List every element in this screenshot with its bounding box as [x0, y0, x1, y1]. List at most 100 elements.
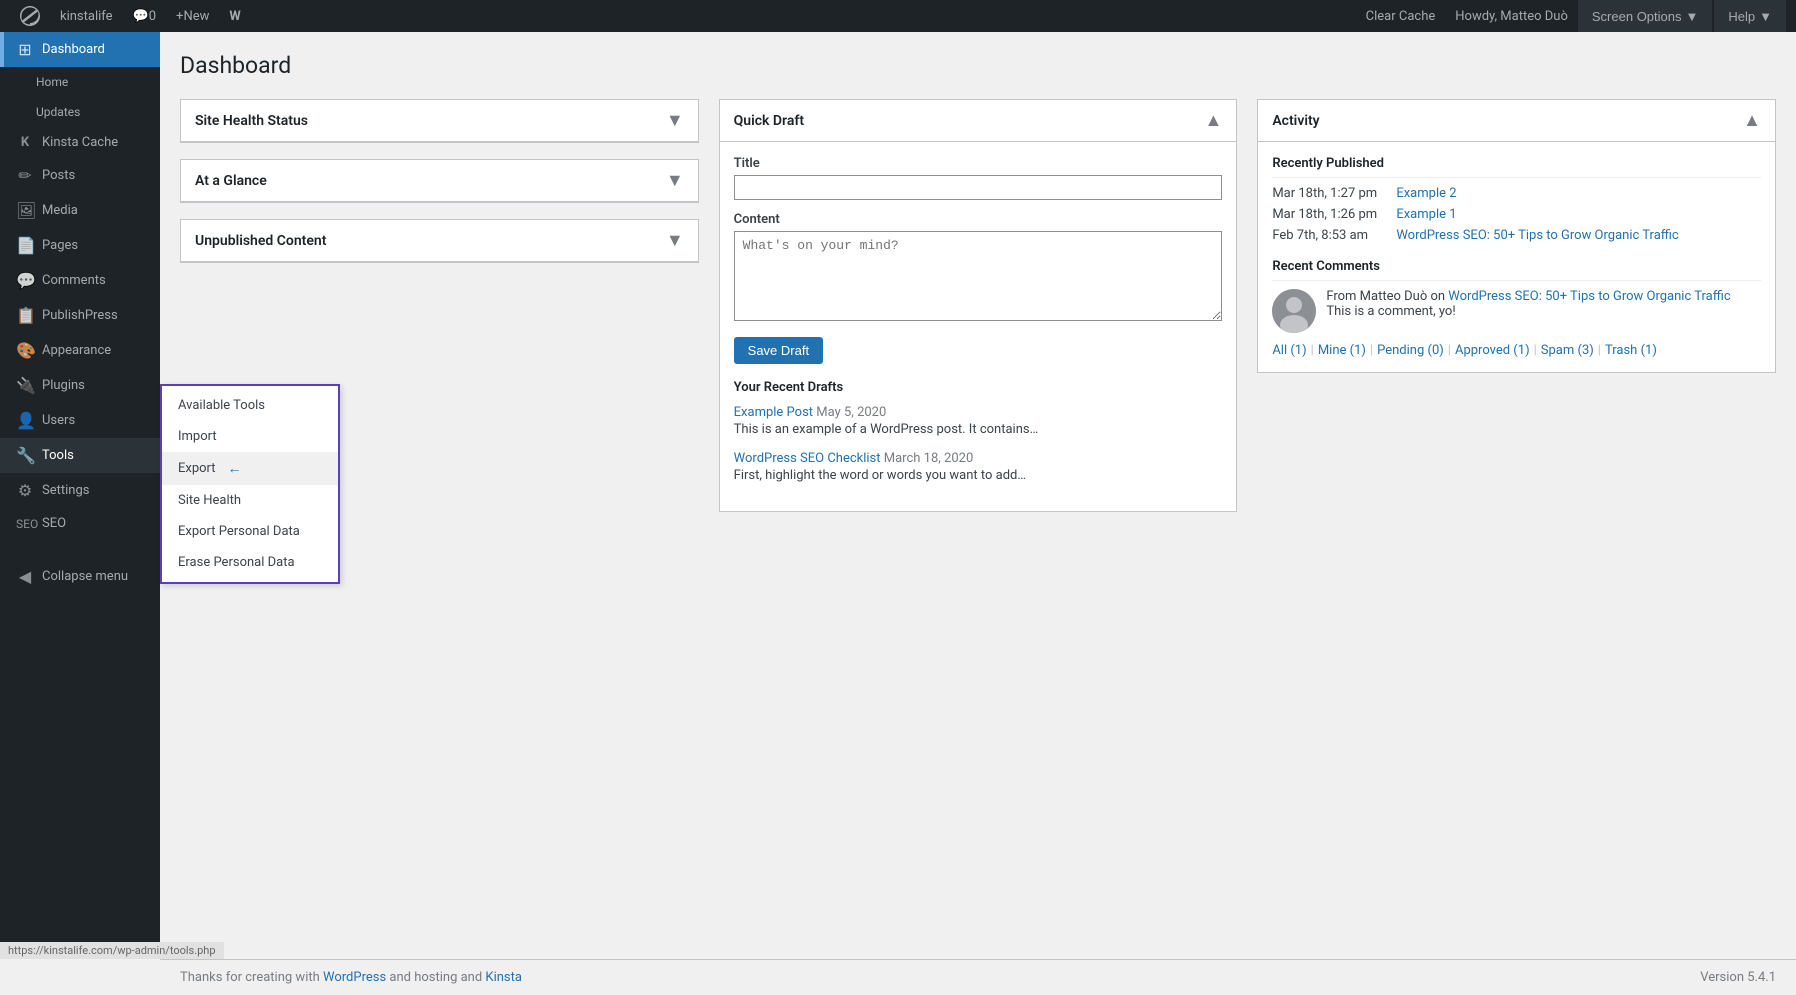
page-title: Dashboard — [180, 52, 1776, 79]
quick-draft-toggle-icon: ▲ — [1205, 110, 1223, 131]
sep-4: | — [1534, 343, 1537, 358]
sidebar-item-updates[interactable]: Updates — [0, 97, 160, 127]
draft-1-date: May 5, 2020 — [816, 405, 886, 420]
activity-header[interactable]: Activity ▲ — [1258, 100, 1775, 142]
submenu-item-export-personal-data[interactable]: Export Personal Data — [162, 516, 338, 547]
footer-kinsta-link[interactable]: Kinsta — [485, 970, 522, 985]
draft-1-excerpt: This is an example of a WordPress post. … — [734, 422, 1223, 437]
howdy-text: Howdy, Matteo Duò — [1455, 9, 1568, 24]
wp-logo-icon — [20, 6, 40, 26]
site-health-toggle-icon: ▼ — [666, 110, 684, 131]
comments-all-link[interactable]: All (1) — [1272, 343, 1306, 358]
site-health-status-panel: Site Health Status ▼ — [180, 99, 699, 143]
sidebar-label-dashboard: Dashboard — [42, 42, 105, 57]
status-bar: https://kinstalife.com/wp-admin/tools.ph… — [0, 942, 224, 959]
at-a-glance-header[interactable]: At a Glance ▼ — [181, 160, 698, 202]
avatar-image — [1272, 289, 1316, 333]
appearance-icon: 🎨 — [16, 341, 34, 360]
help-button[interactable]: Help ▼ — [1714, 0, 1786, 32]
sidebar-item-settings[interactable]: ⚙ Settings — [0, 473, 160, 508]
sidebar-label-appearance: Appearance — [42, 343, 111, 358]
sidebar-item-comments[interactable]: 💬 Comments — [0, 263, 160, 298]
footer-thanks-text: Thanks for creating with — [180, 970, 323, 985]
comment-avatar — [1272, 289, 1316, 333]
comment-post-link[interactable]: WordPress SEO: 50+ Tips to Grow Organic … — [1448, 289, 1730, 304]
unpublished-content-header[interactable]: Unpublished Content ▼ — [181, 220, 698, 262]
draft-1-link[interactable]: Example Post — [734, 405, 813, 420]
seo-icon: SEO — [16, 517, 34, 531]
sidebar-item-tools[interactable]: 🔧 Tools — [0, 438, 160, 473]
submenu-label-erase-personal-data: Erase Personal Data — [178, 555, 295, 570]
quick-draft-header[interactable]: Quick Draft ▲ — [720, 100, 1237, 142]
admin-sidebar: ⊞ Dashboard Home Updates K Kinsta Cache … — [0, 32, 160, 959]
submenu-item-site-health[interactable]: Site Health — [162, 485, 338, 516]
sidebar-item-pages[interactable]: 📄 Pages — [0, 228, 160, 263]
sidebar-label-collapse: Collapse menu — [42, 569, 128, 584]
sep-5: | — [1598, 343, 1601, 358]
title-input[interactable] — [734, 175, 1223, 200]
pub-2-link[interactable]: Example 1 — [1396, 207, 1761, 222]
submenu-label-available-tools: Available Tools — [178, 398, 265, 413]
sidebar-item-plugins[interactable]: 🔌 Plugins — [0, 368, 160, 403]
howdy-item[interactable]: Howdy, Matteo Duò — [1445, 0, 1578, 32]
sidebar-label-seo: SEO — [42, 516, 66, 531]
sidebar-item-dashboard[interactable]: ⊞ Dashboard — [0, 32, 160, 67]
sidebar-item-kinsta-cache[interactable]: K Kinsta Cache — [0, 127, 160, 158]
wp-icon-item[interactable]: W — [219, 0, 250, 32]
recent-drafts-title: Your Recent Drafts — [734, 380, 1223, 395]
sidebar-label-publishpress: PublishPress — [42, 308, 118, 323]
draft-2-date: March 18, 2020 — [884, 451, 974, 466]
help-arrow-icon: ▼ — [1759, 9, 1772, 24]
pub-1-link[interactable]: Example 2 — [1396, 186, 1761, 201]
draft-2-link[interactable]: WordPress SEO Checklist — [734, 451, 881, 466]
comments-mine-link[interactable]: Mine (1) — [1318, 343, 1366, 358]
clear-cache-button[interactable]: Clear Cache — [1356, 0, 1446, 32]
content-textarea[interactable] — [734, 231, 1223, 321]
recent-drafts-section: Your Recent Drafts Example Post May 5, 2… — [734, 380, 1223, 483]
sidebar-item-users[interactable]: 👤 Users — [0, 403, 160, 438]
content-label: Content — [734, 212, 1223, 227]
new-content-item[interactable]: + New — [166, 0, 219, 32]
sidebar-item-appearance[interactable]: 🎨 Appearance — [0, 333, 160, 368]
settings-icon: ⚙ — [16, 481, 34, 500]
unpublished-content-panel: Unpublished Content ▼ — [180, 219, 699, 263]
comments-icon: 💬 — [16, 271, 34, 290]
wp-logo-item[interactable] — [10, 0, 50, 32]
comments-pending-link[interactable]: Pending (0) — [1377, 343, 1444, 358]
sidebar-item-publishpress[interactable]: 📋 PublishPress — [0, 298, 160, 333]
wp-w-icon: W — [229, 9, 240, 24]
pub-3-link[interactable]: WordPress SEO: 50+ Tips to Grow Organic … — [1396, 228, 1761, 243]
footer-wordpress-link[interactable]: WordPress — [323, 970, 386, 985]
comments-item[interactable]: 💬 0 — [123, 0, 167, 32]
at-a-glance-toggle-icon: ▼ — [666, 170, 684, 191]
sidebar-item-collapse[interactable]: ◀ Collapse menu — [0, 559, 160, 594]
submenu-item-import[interactable]: Import — [162, 421, 338, 452]
activity-title: Activity — [1272, 113, 1319, 129]
comments-spam-link[interactable]: Spam (3) — [1541, 343, 1594, 358]
dashboard-icon: ⊞ — [16, 40, 34, 59]
comments-approved-link[interactable]: Approved (1) — [1455, 343, 1530, 358]
main-content: Dashboard Site Health Status ▼ At a Glan… — [160, 32, 1796, 959]
sidebar-item-seo[interactable]: SEO SEO — [0, 508, 160, 539]
save-draft-button[interactable]: Save Draft — [734, 337, 823, 364]
submenu-item-available-tools[interactable]: Available Tools — [162, 390, 338, 421]
draft-2-excerpt: First, highlight the word or words you w… — [734, 468, 1223, 483]
sidebar-item-home[interactable]: Home — [0, 67, 160, 97]
sidebar-label-updates: Updates — [36, 105, 80, 119]
pub-1-date: Mar 18th, 1:27 pm — [1272, 186, 1392, 201]
right-column: Activity ▲ Recently Published Mar 18th, … — [1257, 99, 1776, 373]
submenu-item-export[interactable]: Export ← — [162, 452, 338, 485]
submenu-label-site-health: Site Health — [178, 493, 241, 508]
sidebar-item-media[interactable]: 🖼 Media — [0, 193, 160, 228]
draft-1-header: Example Post May 5, 2020 — [734, 405, 1223, 420]
screen-options-label: Screen Options — [1592, 9, 1682, 24]
submenu-label-export: Export — [178, 461, 216, 476]
comments-trash-link[interactable]: Trash (1) — [1605, 343, 1657, 358]
quick-draft-body: Title Content Save Draft Your Recent Dra… — [720, 142, 1237, 511]
publication-item-1: Mar 18th, 1:27 pm Example 2 — [1272, 186, 1761, 201]
sidebar-item-posts[interactable]: ✏ Posts — [0, 158, 160, 193]
screen-options-button[interactable]: Screen Options ▼ — [1578, 0, 1712, 32]
site-health-status-header[interactable]: Site Health Status ▼ — [181, 100, 698, 142]
site-name-item[interactable]: kinstalife — [50, 0, 123, 32]
submenu-item-erase-personal-data[interactable]: Erase Personal Data — [162, 547, 338, 578]
